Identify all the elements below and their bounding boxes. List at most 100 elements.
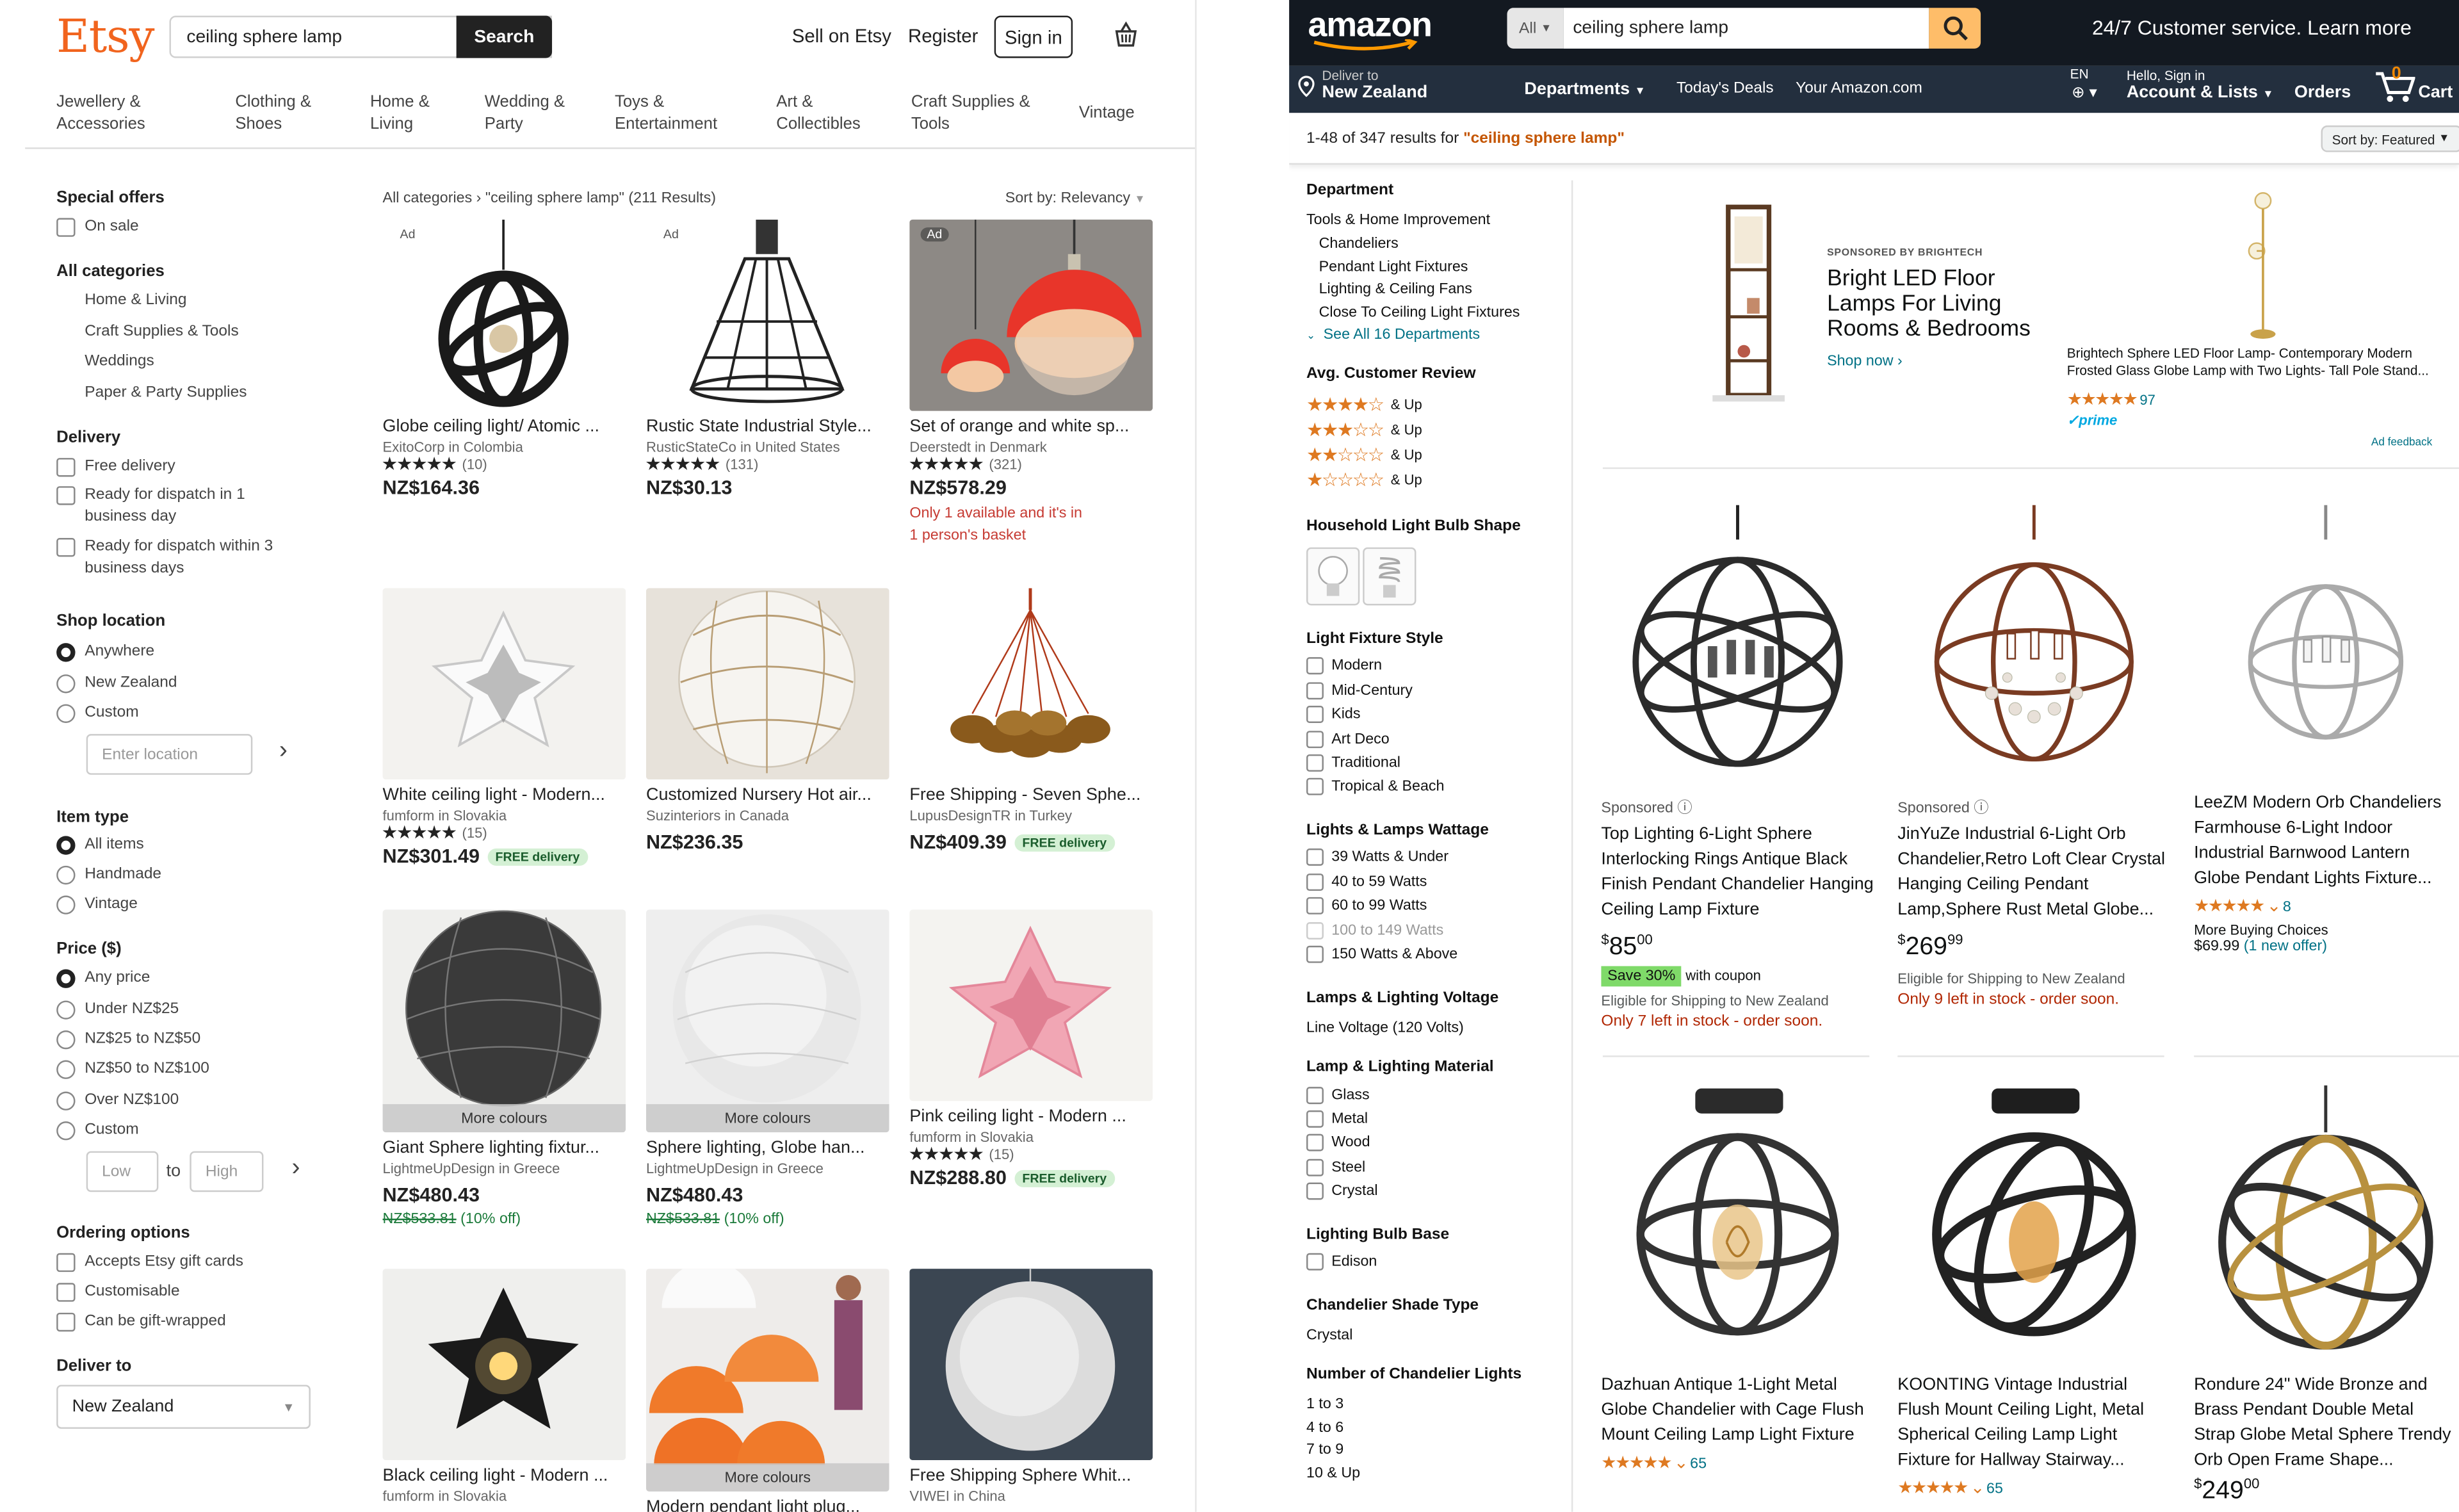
listing-image[interactable]	[382, 588, 626, 780]
listing-image[interactable]	[909, 588, 1153, 780]
todays-deals-link[interactable]: Today's Deals	[1676, 80, 1774, 97]
listing-title[interactable]: Free Shipping Sphere Whit...	[909, 1467, 1153, 1485]
dispatch-1-day-checkbox[interactable]: Ready for dispatch in 1 business day	[56, 485, 245, 529]
listing-title[interactable]: Sphere lighting, Globe han...	[646, 1139, 889, 1157]
listing-card[interactable]: Ad Rustic State Industrial Style... Rust…	[645, 219, 889, 499]
product-price[interactable]: $24900	[2194, 1476, 2459, 1506]
bulb-shape-a-icon[interactable]	[1306, 547, 1360, 606]
ad-feedback-link[interactable]: Ad feedback	[2371, 437, 2432, 448]
nav-jewellery[interactable]: Jewellery & Accessories	[56, 91, 145, 135]
product-card[interactable]: Sponsored ⓘ Top Lighting 6-Light Sphere …	[1601, 505, 1876, 1031]
nav-art[interactable]: Art & Collectibles	[776, 91, 861, 135]
product-image[interactable]	[2194, 505, 2459, 788]
listing-image[interactable]: Ad	[382, 219, 626, 411]
product-title[interactable]: JinYuZe Industrial 6-Light Orb Chandelie…	[1897, 822, 2172, 922]
buying-offer[interactable]: $69.99 (1 new offer)	[2194, 938, 2459, 955]
listing-card[interactable]: Free Shipping - Seven Sphe... LupusDesig…	[909, 588, 1153, 853]
free-delivery-checkbox[interactable]: Free delivery	[56, 457, 175, 478]
shade-crystal-option[interactable]: Crystal	[1306, 1327, 1352, 1344]
location-go-chevron-icon[interactable]: ›	[279, 737, 288, 765]
listing-title[interactable]: Customized Nursery Hot air...	[646, 786, 889, 804]
lights-4-6[interactable]: 4 to 6	[1306, 1419, 1343, 1436]
sort-select[interactable]: Sort by: Featured ▼	[2321, 125, 2459, 152]
sponsored-label[interactable]: Sponsored ⓘ	[1601, 795, 1876, 817]
listing-image[interactable]: More colours	[645, 909, 889, 1133]
product-image[interactable]	[1601, 1085, 1883, 1368]
listing-card[interactable]: More colours Modern pendant light plug..…	[645, 1269, 889, 1512]
departments-menu[interactable]: Departments ▼	[1524, 80, 1645, 99]
deliver-to-location[interactable]: New Zealand	[1322, 83, 1428, 102]
nav-wedding[interactable]: Wedding & Party	[485, 91, 565, 135]
material-crystal-checkbox[interactable]: Crystal	[1306, 1182, 1378, 1200]
basket-icon[interactable]	[1112, 20, 1140, 49]
listing-title[interactable]: Rustic State Industrial Style...	[646, 417, 889, 435]
dept-lighting[interactable]: Lighting & Ceiling Fans	[1319, 280, 1472, 298]
item-all-radio[interactable]: All items	[56, 834, 144, 856]
dept-chandeliers[interactable]: Chandeliers	[1319, 235, 1399, 252]
language-selector[interactable]: EN	[2070, 66, 2089, 81]
dept-tools[interactable]: Tools & Home Improvement	[1306, 212, 1490, 229]
price-go-chevron-icon[interactable]: ›	[292, 1154, 300, 1182]
category-weddings[interactable]: Weddings	[85, 353, 154, 370]
nav-vintage[interactable]: Vintage	[1079, 102, 1135, 124]
product-rating[interactable]: ★★★★★ ⌄ 65	[1601, 1452, 1876, 1472]
product-image[interactable]	[1601, 505, 1883, 788]
listing-card[interactable]: Customized Nursery Hot air... Suzinterio…	[645, 588, 889, 853]
sponsored-label[interactable]: Sponsored ⓘ	[1897, 795, 2172, 817]
listing-title[interactable]: Free Shipping - Seven Sphe...	[909, 786, 1153, 804]
nav-home[interactable]: Home & Living	[370, 91, 430, 135]
rating-3-up[interactable]: ★★★☆☆ & Up	[1306, 419, 1422, 441]
category-home-living[interactable]: Home & Living	[85, 292, 186, 309]
style-traditional-checkbox[interactable]: Traditional	[1306, 754, 1400, 772]
gift-cards-checkbox[interactable]: Accepts Etsy gift cards	[56, 1251, 243, 1273]
style-modern-checkbox[interactable]: Modern	[1306, 657, 1382, 675]
category-paper[interactable]: Paper & Party Supplies	[85, 384, 247, 402]
register-link[interactable]: Register	[908, 25, 978, 47]
deliver-to-label[interactable]: Deliver to	[1322, 67, 1379, 83]
listing-title[interactable]: Black ceiling light - Modern ...	[383, 1467, 626, 1485]
material-glass-checkbox[interactable]: Glass	[1306, 1087, 1370, 1105]
account-lists-menu[interactable]: Account & Lists ▼	[2127, 83, 2274, 102]
listing-image[interactable]: More colours	[382, 909, 626, 1133]
product-title[interactable]: Dazhuan Antique 1-Light Metal Globe Chan…	[1601, 1372, 1876, 1448]
product-title[interactable]: Rondure 24" Wide Bronze and Brass Pendan…	[2194, 1372, 2459, 1473]
sign-in-button[interactable]: Sign in	[994, 15, 1073, 58]
product-image[interactable]	[2194, 1085, 2459, 1368]
listing-image[interactable]: Ad	[909, 219, 1153, 411]
product-price[interactable]: $26999	[1897, 932, 2172, 962]
etsy-search-button[interactable]: Search	[456, 15, 553, 58]
base-edison-checkbox[interactable]: Edison	[1306, 1253, 1377, 1271]
coupon-row[interactable]: Save 30% with coupon	[1601, 962, 1876, 988]
watt-150-checkbox[interactable]: 150 Watts & Above	[1306, 945, 1457, 963]
rating-1-up[interactable]: ★☆☆☆☆ & Up	[1306, 469, 1422, 491]
listing-card[interactable]: Black ceiling light - Modern ... fumform…	[382, 1269, 626, 1504]
sell-on-etsy-link[interactable]: Sell on Etsy	[792, 25, 891, 47]
see-all-departments-link[interactable]: ⌄ See All 16 Departments	[1306, 326, 1480, 343]
nav-craft[interactable]: Craft Supplies & Tools	[911, 91, 1030, 135]
sphere-floor-lamp-image[interactable]	[2239, 191, 2286, 342]
lights-1-3[interactable]: 1 to 3	[1306, 1396, 1343, 1413]
nav-toys[interactable]: Toys & Entertainment	[615, 91, 717, 135]
listing-card[interactable]: White ceiling light - Modern... fumform …	[382, 588, 626, 867]
style-artdeco-checkbox[interactable]: Art Deco	[1306, 731, 1390, 749]
nav-clothing[interactable]: Clothing & Shoes	[235, 91, 311, 135]
category-craft[interactable]: Craft Supplies & Tools	[85, 323, 238, 340]
listing-title[interactable]: Giant Sphere lighting fixtur...	[383, 1139, 626, 1157]
product-image[interactable]	[1897, 1085, 2180, 1368]
product-title[interactable]: Top Lighting 6-Light Sphere Interlocking…	[1601, 822, 1876, 922]
price-25-50-radio[interactable]: NZ$25 to NZ$50	[56, 1029, 200, 1051]
item-handmade-radio[interactable]: Handmade	[56, 864, 161, 886]
product-rating[interactable]: ★★★★★ ⌄ 65	[1897, 1477, 2172, 1497]
product-title[interactable]: LeeZM Modern Orb Chandeliers Farmhouse 6…	[2194, 790, 2459, 891]
listing-title[interactable]: Set of orange and white sp...	[909, 417, 1153, 435]
all-categories-heading[interactable]: All categories	[56, 262, 165, 280]
ad-product-rating[interactable]: ★★★★★ 97	[2067, 389, 2155, 409]
ad-headline[interactable]: Bright LED Floor Lamps For Living Rooms …	[1827, 266, 2031, 342]
search-category-select[interactable]: All ▼	[1507, 8, 1564, 49]
customisable-checkbox[interactable]: Customisable	[56, 1281, 180, 1303]
price-low-input[interactable]: Low	[86, 1151, 159, 1192]
on-sale-checkbox[interactable]: On sale	[56, 216, 139, 238]
your-amazon-link[interactable]: Your Amazon.com	[1796, 80, 1922, 97]
location-nz-radio[interactable]: New Zealand	[56, 673, 177, 695]
amazon-search-input[interactable]: ceiling sphere lamp	[1563, 8, 1929, 49]
